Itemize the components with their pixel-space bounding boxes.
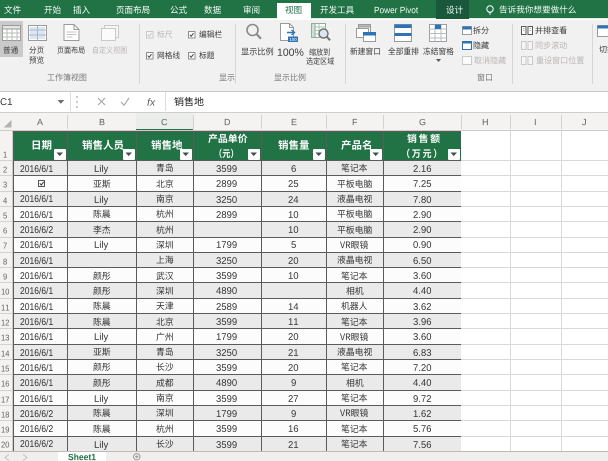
svg-text:100: 100: [289, 37, 297, 42]
